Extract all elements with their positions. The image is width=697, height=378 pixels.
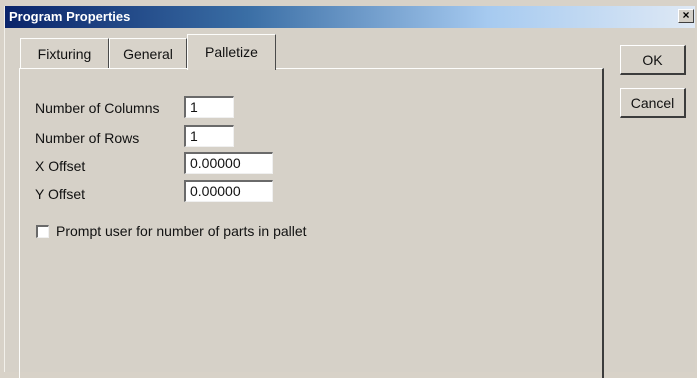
- close-button[interactable]: ×: [678, 9, 694, 23]
- tab-fixturing-label: Fixturing: [37, 46, 92, 62]
- y-offset-label: Y Offset: [35, 186, 86, 202]
- rows-label: Number of Rows: [35, 130, 140, 146]
- window-title: Program Properties: [9, 9, 131, 24]
- ok-button[interactable]: OK: [620, 45, 686, 75]
- tab-general-label: General: [123, 46, 173, 62]
- cancel-button[interactable]: Cancel: [620, 88, 686, 118]
- prompt-parts-checkbox[interactable]: [36, 225, 49, 238]
- title-bar[interactable]: Program Properties ×: [5, 6, 695, 28]
- prompt-parts-label: Prompt user for number of parts in palle…: [56, 223, 307, 239]
- x-offset-input[interactable]: 0.00000: [184, 152, 273, 174]
- close-icon: ×: [682, 8, 690, 22]
- columns-label: Number of Columns: [35, 100, 160, 116]
- ok-button-label: OK: [642, 52, 663, 68]
- tab-fixturing[interactable]: Fixturing: [20, 38, 109, 68]
- y-offset-input[interactable]: 0.00000: [184, 180, 273, 202]
- cancel-button-label: Cancel: [630, 95, 675, 111]
- x-offset-label: X Offset: [35, 158, 86, 174]
- rows-input[interactable]: 1: [184, 125, 234, 147]
- tab-palletize[interactable]: Palletize: [187, 34, 276, 70]
- tab-general[interactable]: General: [109, 38, 187, 68]
- tab-palletize-label: Palletize: [205, 44, 258, 60]
- columns-input[interactable]: 1: [184, 96, 234, 118]
